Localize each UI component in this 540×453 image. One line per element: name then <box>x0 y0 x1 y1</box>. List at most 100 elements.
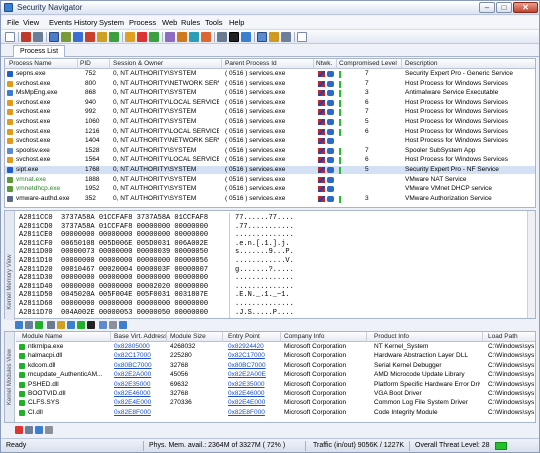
process-row[interactable]: svchost.exe 940 0, NT AUTHORITY\LOCAL SERV… <box>5 99 535 107</box>
menu-file[interactable]: File <box>7 18 19 27</box>
save-icon[interactable] <box>35 426 43 434</box>
search-icon[interactable] <box>25 321 33 329</box>
check-icon[interactable] <box>77 321 85 329</box>
menu-help[interactable]: Help <box>229 18 244 27</box>
col-base-address[interactable]: Base Virt. Address <box>114 333 167 340</box>
menu-web[interactable]: Web <box>162 18 177 27</box>
folder-icon[interactable] <box>57 321 65 329</box>
copy-icon[interactable] <box>25 426 33 434</box>
module-base-address[interactable]: 0x82E8F000 <box>114 409 164 418</box>
col-parent-process[interactable]: Parent Process Id <box>225 60 277 67</box>
modules-icon[interactable] <box>257 32 267 42</box>
module-row[interactable]: CLFS.SYS 0x82E4E000 270336 0x82E4E000 Micros… <box>16 399 535 408</box>
menu-process[interactable]: Process <box>129 18 156 27</box>
pause-icon[interactable] <box>125 32 135 42</box>
kill-process-icon[interactable] <box>21 32 31 42</box>
stop-icon[interactable] <box>137 32 147 42</box>
save-icon[interactable] <box>67 321 75 329</box>
process-row[interactable]: sipt.exe 1768 0, NT AUTHORITY\SYSTEM ( 0516… <box>5 166 535 175</box>
module-entry-point[interactable]: 0x82E35000 <box>228 381 278 390</box>
module-row[interactable]: ntkrnlpa.exe 0x82805000 4268032 0x82924420 M… <box>16 343 535 352</box>
col-company-info[interactable]: Company Info <box>284 333 324 340</box>
module-row[interactable]: kdcom.dll 0x80BC7000 32768 0x80BC7000 Micros… <box>16 362 535 371</box>
module-base-address[interactable]: 0x82C17000 <box>114 352 164 361</box>
monitor-icon[interactable] <box>189 32 199 42</box>
module-base-address[interactable]: 0x82E35000 <box>114 381 164 390</box>
process-row[interactable]: svchost.exe 800 0, NT AUTHORITY\NETWORK SE… <box>5 80 535 88</box>
process-row[interactable]: svchost.exe 1564 0, NT AUTHORITY\LOCAL SER… <box>5 156 535 165</box>
col-network[interactable]: Ntwk. <box>316 60 332 67</box>
process-row[interactable]: svchost.exe 1216 0, NT AUTHORITY\LOCAL SER… <box>5 128 535 136</box>
menu-system[interactable]: System <box>99 18 124 27</box>
module-base-address[interactable]: 0x82805000 <box>114 343 164 352</box>
module-base-address[interactable]: 0x80BC7000 <box>114 362 164 371</box>
firewall-icon[interactable] <box>85 32 95 42</box>
info-icon[interactable] <box>119 321 127 329</box>
module-entry-point[interactable]: 0x82C17000 <box>228 352 278 361</box>
properties-icon[interactable] <box>45 426 53 434</box>
delete-icon[interactable] <box>15 426 23 434</box>
process-view-icon[interactable] <box>49 32 59 42</box>
module-base-address[interactable]: 0x82E4E000 <box>114 399 164 408</box>
module-base-address[interactable]: 0x82E46000 <box>114 390 164 399</box>
col-product-info[interactable]: Product Info <box>374 333 409 340</box>
module-row[interactable]: BOOTVID.dll 0x82E46000 32768 0x82E46000 Micr… <box>16 390 535 399</box>
col-compromised-level[interactable]: Compromised Level <box>339 60 397 67</box>
hex-scrollbar[interactable] <box>527 211 535 318</box>
module-row[interactable]: mcupdate_AuthenticAM... 0x82E2A000 45056 0x… <box>16 371 535 380</box>
module-entry-point[interactable]: 0x80BC7000 <box>228 362 278 371</box>
module-row[interactable]: halmacpi.dll 0x82C17000 225280 0x82C17000 Mi… <box>16 352 535 361</box>
process-row[interactable]: vmnetdhcp.exe 1952 0, NT AUTHORITY\SYSTEM (… <box>5 185 535 193</box>
close-button[interactable]: ✕ <box>513 2 538 13</box>
process-row[interactable]: spoolsv.exe 1528 0, NT AUTHORITY\SYSTEM ( 0… <box>5 147 535 155</box>
module-row[interactable]: CI.dll 0x82E8F000 0x82E8F000 Microsoft Corp… <box>16 409 535 418</box>
module-row[interactable]: PSHED.dll 0x82E35000 69632 0x82E35000 Micros… <box>16 381 535 390</box>
col-description[interactable]: Description <box>405 60 438 67</box>
refresh-icon[interactable] <box>15 321 23 329</box>
shield-icon[interactable] <box>177 32 187 42</box>
module-entry-point[interactable]: 0x82E4E000 <box>228 399 278 408</box>
grid-icon[interactable] <box>47 321 55 329</box>
run-icon[interactable] <box>149 32 159 42</box>
services-icon[interactable] <box>73 32 83 42</box>
warning-icon[interactable] <box>201 32 211 42</box>
hex-view-icon[interactable] <box>229 32 239 42</box>
modules-icon[interactable] <box>99 321 107 329</box>
col-session-owner[interactable]: Session & Owner <box>113 60 163 67</box>
col-module-name[interactable]: Module Name <box>22 333 62 340</box>
menu-events-history[interactable]: Events History <box>49 18 97 27</box>
tools-icon[interactable] <box>33 32 43 42</box>
memory-icon[interactable] <box>241 32 251 42</box>
col-process-name[interactable]: Process Name <box>9 60 52 67</box>
col-module-size[interactable]: Module Size <box>170 333 206 340</box>
process-row[interactable]: vmnat.exe 1888 0, NT AUTHORITY\SYSTEM ( 051… <box>5 176 535 184</box>
registry-icon[interactable] <box>97 32 107 42</box>
scan-icon[interactable] <box>165 32 175 42</box>
module-entry-point[interactable]: 0x82E8F000 <box>228 409 278 418</box>
menu-tools[interactable]: Tools <box>205 18 223 27</box>
col-entry-point[interactable]: Entry Point <box>228 333 260 340</box>
process-row[interactable]: vmware-authd.exe 352 0, NT AUTHORITY\SYSTE… <box>5 195 535 203</box>
process-row[interactable]: sepns.exe 752 0, NT AUTHORITY\SYSTEM ( 0516… <box>5 70 535 78</box>
process-row[interactable]: svchost.exe 1060 0, NT AUTHORITY\SYSTEM ( 0… <box>5 118 535 126</box>
refresh-icon[interactable] <box>109 32 119 42</box>
tab-process-list[interactable]: Process List <box>13 45 65 57</box>
maximize-button[interactable]: □ <box>496 2 512 13</box>
filter-icon[interactable] <box>217 32 227 42</box>
process-row[interactable]: svchost.exe 1404 0, NT AUTHORITY\NETWORK S… <box>5 137 535 145</box>
settings-icon[interactable] <box>281 32 291 42</box>
list-icon[interactable] <box>109 321 117 329</box>
col-pid[interactable]: PID <box>80 60 91 67</box>
module-entry-point[interactable]: 0x82E2A00E <box>228 371 278 380</box>
export-icon[interactable] <box>269 32 279 42</box>
network-icon[interactable] <box>61 32 71 42</box>
new-icon[interactable] <box>5 32 15 42</box>
menu-rules[interactable]: Rules <box>181 18 200 27</box>
module-entry-point[interactable]: 0x82E46000 <box>228 390 278 399</box>
col-load-path[interactable]: Load Path <box>488 333 518 340</box>
process-row[interactable]: svchost.exe 992 0, NT AUTHORITY\SYSTEM ( 05… <box>5 108 535 117</box>
hex-icon[interactable] <box>87 321 95 329</box>
menu-view[interactable]: View <box>23 18 39 27</box>
minimize-button[interactable]: – <box>479 2 495 13</box>
help-icon[interactable] <box>297 32 307 42</box>
